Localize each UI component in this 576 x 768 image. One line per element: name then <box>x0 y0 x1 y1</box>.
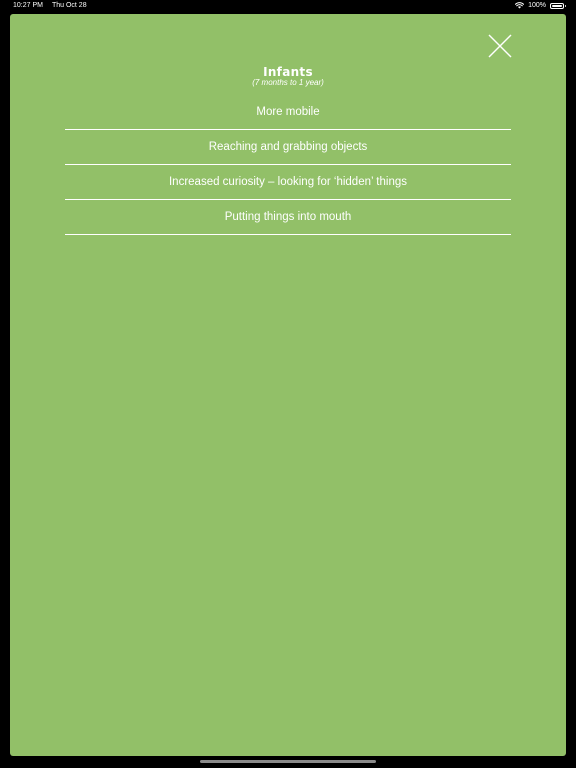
battery-icon <box>550 2 566 9</box>
home-indicator[interactable] <box>200 760 376 763</box>
status-right: 100% <box>515 2 566 9</box>
list-item: Putting things into mouth <box>65 200 511 235</box>
list-item: Increased curiosity – looking for ‘hidde… <box>65 165 511 200</box>
battery-fill <box>552 4 562 7</box>
list-item: More mobile <box>65 95 511 130</box>
close-icon[interactable] <box>488 34 512 58</box>
battery-percent: 100% <box>528 2 546 9</box>
status-bar: 10:27 PM Thu Oct 28 100% <box>0 0 576 14</box>
page-subtitle: (7 months to 1 year) <box>252 78 324 87</box>
close-button[interactable] <box>488 34 512 58</box>
milestone-list: More mobile Reaching and grabbing object… <box>65 95 511 235</box>
status-left: 10:27 PM Thu Oct 28 <box>13 2 87 9</box>
status-date: Thu Oct 28 <box>51 2 87 9</box>
status-time: 10:27 PM <box>13 2 43 9</box>
page-title: Infants <box>263 65 313 79</box>
list-item: Reaching and grabbing objects <box>65 130 511 165</box>
modal-sheet: Infants (7 months to 1 year) More mobile… <box>10 14 566 756</box>
wifi-icon <box>515 2 525 9</box>
